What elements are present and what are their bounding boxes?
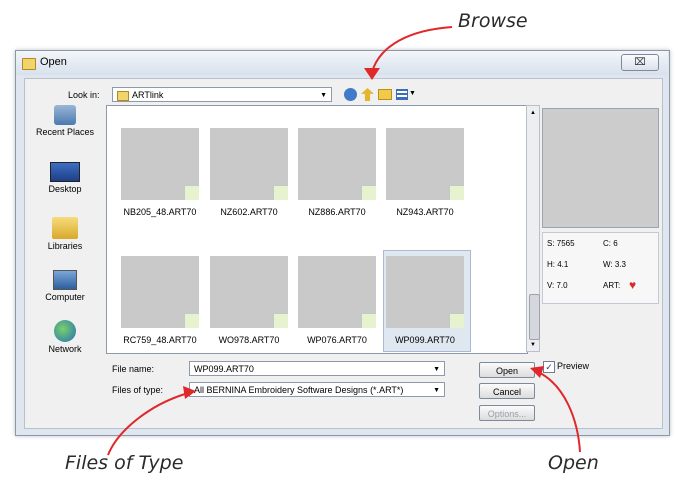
callout-arrows [107, 26, 581, 456]
browse-arrowhead [364, 68, 380, 80]
open-arrowhead [530, 366, 544, 378]
files-of-type-arrowhead [183, 386, 196, 399]
files-of-type-arrow [107, 393, 186, 456]
browse-arrow [371, 26, 453, 73]
open-arrow [537, 371, 581, 453]
